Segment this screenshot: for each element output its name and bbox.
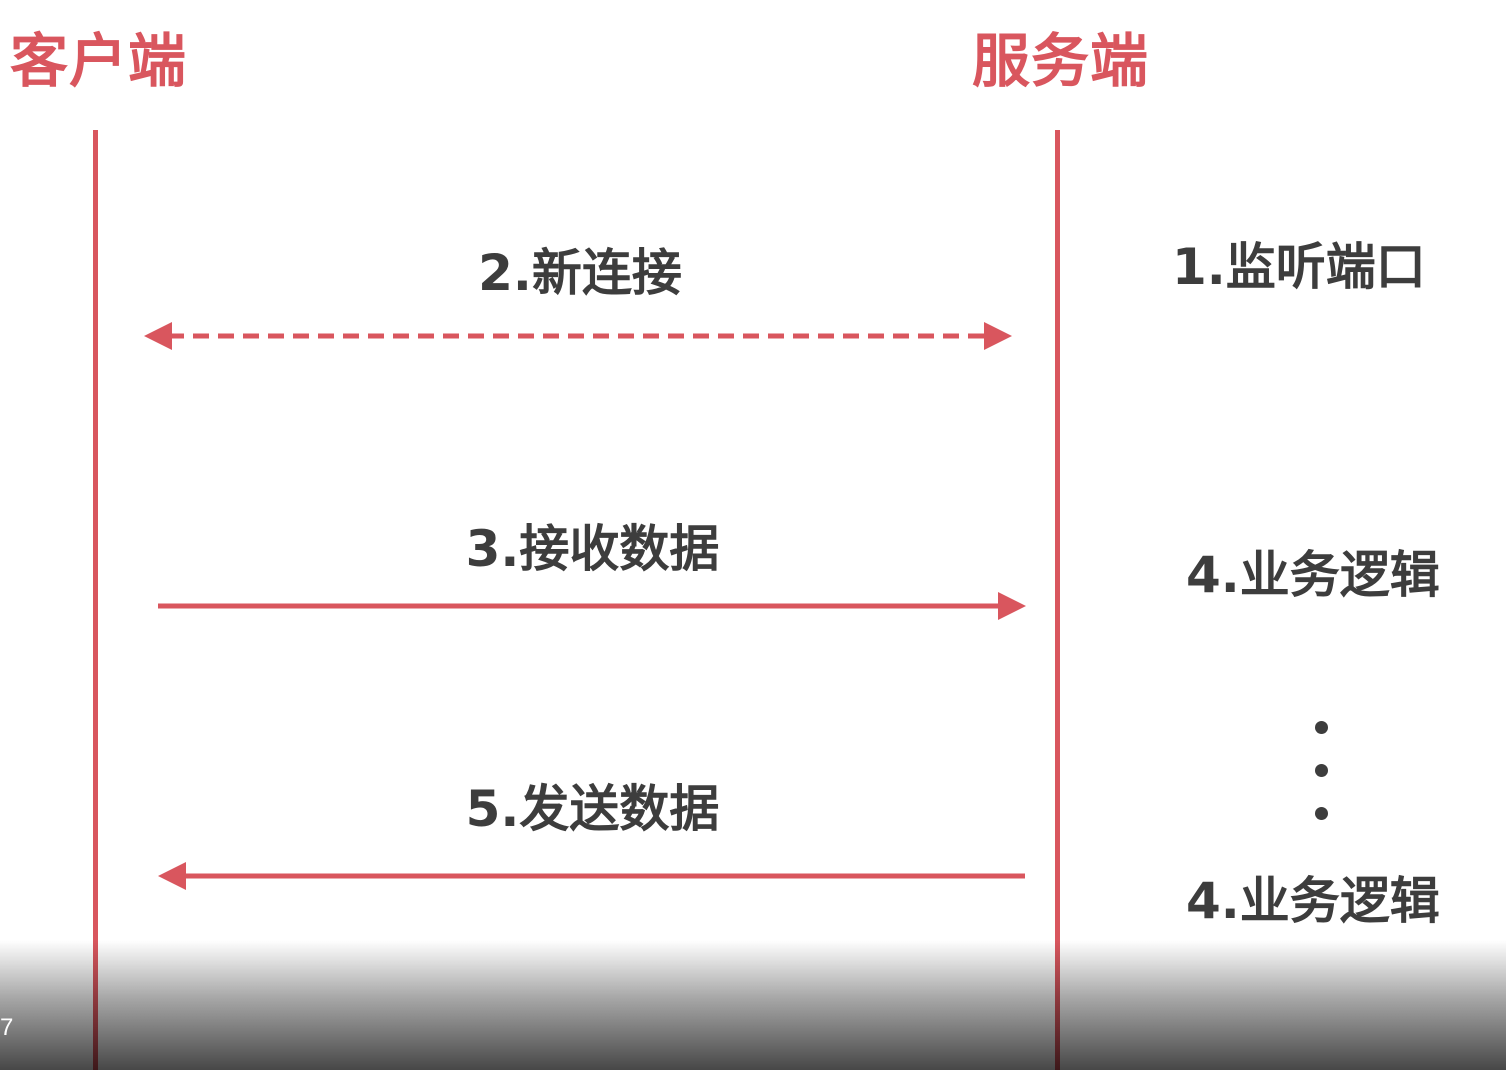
server-step-listen-port: 1.监听端口 <box>1172 238 1426 296</box>
server-step-business-logic-last: 4.业务逻辑 <box>1186 872 1440 930</box>
server-title: 服务端 <box>972 27 1150 95</box>
server-lifeline <box>1055 130 1060 1070</box>
message-label-receive-data: 3.接收数据 <box>465 520 720 578</box>
ellipsis-dot <box>1315 764 1328 777</box>
client-lifeline <box>93 130 98 1070</box>
server-step-business-logic-first: 4.业务逻辑 <box>1186 546 1440 604</box>
arrow-receive-data-to-server <box>158 592 1026 620</box>
sequence-diagram: 客户端 服务端 2.新连接 3.接收数据 5.发送数据 1.监听端口 4.业务逻… <box>0 0 1506 1070</box>
video-overlay-shade <box>0 940 1506 1070</box>
video-timestamp: 7 <box>0 1014 14 1041</box>
arrow-send-data-to-client <box>158 862 1025 890</box>
client-title: 客户端 <box>10 27 188 95</box>
ellipsis-dot <box>1315 721 1328 734</box>
message-label-send-data: 5.发送数据 <box>465 780 720 838</box>
message-label-new-connection: 2.新连接 <box>478 244 682 302</box>
arrow-new-connection-bidirectional <box>144 322 1012 350</box>
ellipsis-dot <box>1315 807 1328 820</box>
